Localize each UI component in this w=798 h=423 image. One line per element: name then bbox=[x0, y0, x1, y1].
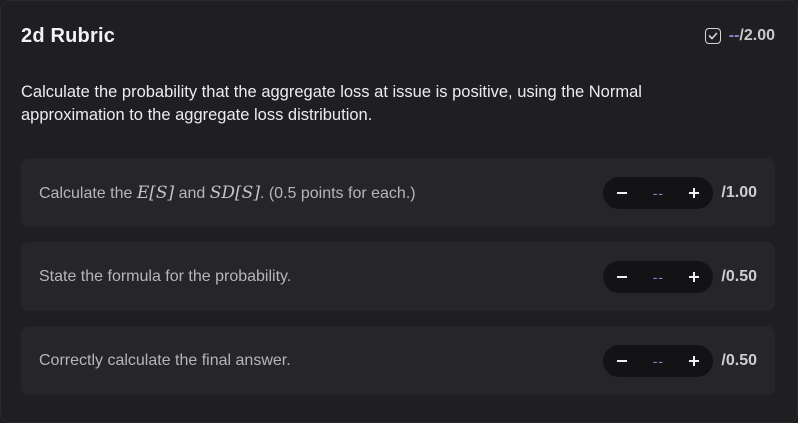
criterion-item: State the formula for the probability. -… bbox=[21, 242, 775, 311]
criteria-list: Calculate the E[S] and SD[S]. (0.5 point… bbox=[21, 158, 775, 410]
score-stepper: -- bbox=[603, 344, 714, 377]
rubric-panel: 2d Rubric --/2.00 Calculate the probabil… bbox=[0, 0, 798, 423]
checkbox-icon[interactable] bbox=[704, 28, 721, 44]
criterion-max: /0.50 bbox=[721, 351, 757, 369]
rubric-title: 2d Rubric bbox=[21, 24, 116, 47]
criterion-item: Calculate the E[S] and SD[S]. (0.5 point… bbox=[21, 158, 775, 227]
math-expression: SD[S] bbox=[209, 182, 260, 203]
score-control: -- /0.50 bbox=[603, 260, 757, 293]
total-max: /2.00 bbox=[739, 27, 775, 44]
criterion-text: State the formula for the probability. bbox=[39, 267, 292, 285]
criterion-item: Correctly calculate the final answer. --… bbox=[21, 326, 775, 395]
criterion-text: Calculate the E[S] and SD[S]. (0.5 point… bbox=[39, 182, 416, 203]
minus-icon[interactable] bbox=[615, 270, 629, 284]
score-stepper: -- bbox=[603, 176, 714, 209]
score-value[interactable]: -- bbox=[653, 269, 664, 285]
minus-icon[interactable] bbox=[615, 354, 629, 368]
plus-icon[interactable] bbox=[687, 270, 701, 284]
minus-icon[interactable] bbox=[615, 186, 629, 200]
plus-icon[interactable] bbox=[687, 354, 701, 368]
score-control: -- /0.50 bbox=[603, 344, 757, 377]
math-expression: E[S] bbox=[136, 182, 175, 203]
criterion-max: /1.00 bbox=[721, 183, 757, 201]
criterion-max: /0.50 bbox=[721, 267, 757, 285]
total-score: -- bbox=[728, 27, 740, 44]
criterion-text: Correctly calculate the final answer. bbox=[39, 351, 291, 369]
rubric-total: --/2.00 bbox=[704, 27, 775, 45]
question-text: Calculate the probability that the aggre… bbox=[21, 83, 642, 124]
rubric-header: 2d Rubric --/2.00 bbox=[21, 23, 775, 49]
score-stepper: -- bbox=[603, 260, 714, 293]
score-control: -- /1.00 bbox=[603, 176, 757, 209]
plus-icon[interactable] bbox=[687, 186, 701, 200]
score-value[interactable]: -- bbox=[653, 353, 664, 369]
score-value[interactable]: -- bbox=[653, 185, 664, 201]
